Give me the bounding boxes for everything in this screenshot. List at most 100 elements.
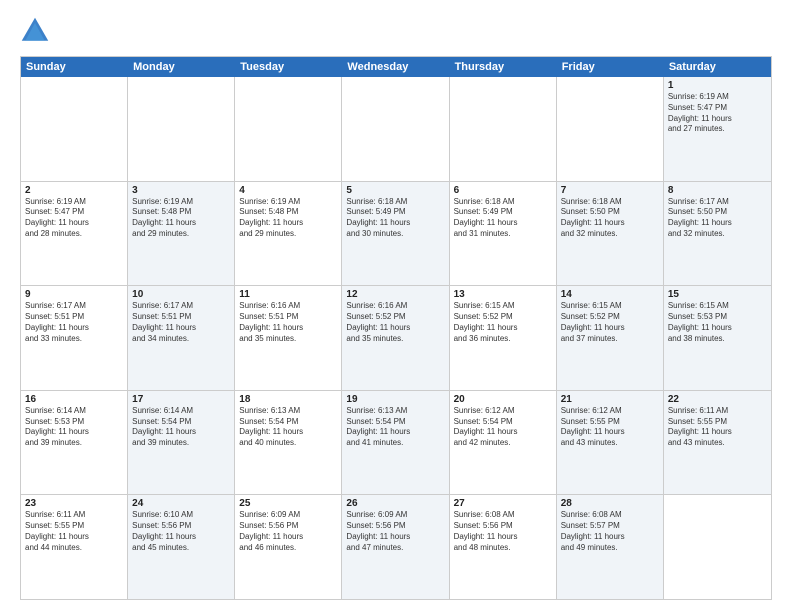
cal-cell-17: 17Sunrise: 6:14 AM Sunset: 5:54 PM Dayli… — [128, 391, 235, 495]
cal-header-day-6: Saturday — [664, 57, 771, 77]
day-number: 11 — [239, 289, 337, 300]
cal-cell-9: 9Sunrise: 6:17 AM Sunset: 5:51 PM Daylig… — [21, 286, 128, 390]
cal-cell-empty-4-6 — [664, 495, 771, 599]
day-info: Sunrise: 6:19 AM Sunset: 5:48 PM Dayligh… — [132, 197, 230, 240]
day-info: Sunrise: 6:16 AM Sunset: 5:52 PM Dayligh… — [346, 301, 444, 344]
cal-cell-2: 2Sunrise: 6:19 AM Sunset: 5:47 PM Daylig… — [21, 182, 128, 286]
logo-icon — [20, 16, 50, 46]
cal-week-2: 9Sunrise: 6:17 AM Sunset: 5:51 PM Daylig… — [21, 286, 771, 391]
day-info: Sunrise: 6:15 AM Sunset: 5:52 PM Dayligh… — [454, 301, 552, 344]
cal-cell-28: 28Sunrise: 6:08 AM Sunset: 5:57 PM Dayli… — [557, 495, 664, 599]
page: SundayMondayTuesdayWednesdayThursdayFrid… — [0, 0, 792, 612]
day-info: Sunrise: 6:14 AM Sunset: 5:54 PM Dayligh… — [132, 406, 230, 449]
cal-cell-16: 16Sunrise: 6:14 AM Sunset: 5:53 PM Dayli… — [21, 391, 128, 495]
cal-cell-6: 6Sunrise: 6:18 AM Sunset: 5:49 PM Daylig… — [450, 182, 557, 286]
day-number: 2 — [25, 185, 123, 196]
day-number: 18 — [239, 394, 337, 405]
calendar: SundayMondayTuesdayWednesdayThursdayFrid… — [20, 56, 772, 600]
day-info: Sunrise: 6:17 AM Sunset: 5:51 PM Dayligh… — [132, 301, 230, 344]
cal-week-1: 2Sunrise: 6:19 AM Sunset: 5:47 PM Daylig… — [21, 182, 771, 287]
cal-header-day-5: Friday — [557, 57, 664, 77]
day-info: Sunrise: 6:19 AM Sunset: 5:47 PM Dayligh… — [668, 92, 767, 135]
cal-cell-10: 10Sunrise: 6:17 AM Sunset: 5:51 PM Dayli… — [128, 286, 235, 390]
calendar-header: SundayMondayTuesdayWednesdayThursdayFrid… — [21, 57, 771, 77]
cal-cell-3: 3Sunrise: 6:19 AM Sunset: 5:48 PM Daylig… — [128, 182, 235, 286]
day-info: Sunrise: 6:19 AM Sunset: 5:47 PM Dayligh… — [25, 197, 123, 240]
day-info: Sunrise: 6:12 AM Sunset: 5:54 PM Dayligh… — [454, 406, 552, 449]
cal-cell-23: 23Sunrise: 6:11 AM Sunset: 5:55 PM Dayli… — [21, 495, 128, 599]
cal-cell-empty-0-3 — [342, 77, 449, 181]
day-number: 19 — [346, 394, 444, 405]
day-number: 26 — [346, 498, 444, 509]
day-number: 15 — [668, 289, 767, 300]
cal-cell-14: 14Sunrise: 6:15 AM Sunset: 5:52 PM Dayli… — [557, 286, 664, 390]
day-info: Sunrise: 6:08 AM Sunset: 5:56 PM Dayligh… — [454, 510, 552, 553]
cal-cell-11: 11Sunrise: 6:16 AM Sunset: 5:51 PM Dayli… — [235, 286, 342, 390]
cal-cell-13: 13Sunrise: 6:15 AM Sunset: 5:52 PM Dayli… — [450, 286, 557, 390]
logo — [20, 16, 54, 46]
day-number: 28 — [561, 498, 659, 509]
day-info: Sunrise: 6:17 AM Sunset: 5:51 PM Dayligh… — [25, 301, 123, 344]
cal-header-day-3: Wednesday — [342, 57, 449, 77]
day-number: 12 — [346, 289, 444, 300]
day-info: Sunrise: 6:18 AM Sunset: 5:49 PM Dayligh… — [346, 197, 444, 240]
day-number: 22 — [668, 394, 767, 405]
day-info: Sunrise: 6:10 AM Sunset: 5:56 PM Dayligh… — [132, 510, 230, 553]
day-info: Sunrise: 6:08 AM Sunset: 5:57 PM Dayligh… — [561, 510, 659, 553]
cal-header-day-0: Sunday — [21, 57, 128, 77]
day-info: Sunrise: 6:15 AM Sunset: 5:53 PM Dayligh… — [668, 301, 767, 344]
day-info: Sunrise: 6:18 AM Sunset: 5:50 PM Dayligh… — [561, 197, 659, 240]
day-number: 1 — [668, 80, 767, 91]
day-number: 3 — [132, 185, 230, 196]
cal-cell-27: 27Sunrise: 6:08 AM Sunset: 5:56 PM Dayli… — [450, 495, 557, 599]
cal-cell-empty-0-4 — [450, 77, 557, 181]
cal-week-4: 23Sunrise: 6:11 AM Sunset: 5:55 PM Dayli… — [21, 495, 771, 599]
day-number: 23 — [25, 498, 123, 509]
cal-cell-20: 20Sunrise: 6:12 AM Sunset: 5:54 PM Dayli… — [450, 391, 557, 495]
day-info: Sunrise: 6:17 AM Sunset: 5:50 PM Dayligh… — [668, 197, 767, 240]
day-number: 24 — [132, 498, 230, 509]
day-info: Sunrise: 6:12 AM Sunset: 5:55 PM Dayligh… — [561, 406, 659, 449]
cal-cell-15: 15Sunrise: 6:15 AM Sunset: 5:53 PM Dayli… — [664, 286, 771, 390]
day-number: 21 — [561, 394, 659, 405]
calendar-body: 1Sunrise: 6:19 AM Sunset: 5:47 PM Daylig… — [21, 77, 771, 599]
day-info: Sunrise: 6:18 AM Sunset: 5:49 PM Dayligh… — [454, 197, 552, 240]
day-info: Sunrise: 6:16 AM Sunset: 5:51 PM Dayligh… — [239, 301, 337, 344]
cal-cell-8: 8Sunrise: 6:17 AM Sunset: 5:50 PM Daylig… — [664, 182, 771, 286]
cal-cell-empty-0-5 — [557, 77, 664, 181]
cal-week-3: 16Sunrise: 6:14 AM Sunset: 5:53 PM Dayli… — [21, 391, 771, 496]
day-info: Sunrise: 6:19 AM Sunset: 5:48 PM Dayligh… — [239, 197, 337, 240]
day-info: Sunrise: 6:09 AM Sunset: 5:56 PM Dayligh… — [346, 510, 444, 553]
cal-cell-26: 26Sunrise: 6:09 AM Sunset: 5:56 PM Dayli… — [342, 495, 449, 599]
cal-cell-25: 25Sunrise: 6:09 AM Sunset: 5:56 PM Dayli… — [235, 495, 342, 599]
header — [20, 16, 772, 46]
cal-cell-22: 22Sunrise: 6:11 AM Sunset: 5:55 PM Dayli… — [664, 391, 771, 495]
day-number: 25 — [239, 498, 337, 509]
day-info: Sunrise: 6:09 AM Sunset: 5:56 PM Dayligh… — [239, 510, 337, 553]
day-number: 27 — [454, 498, 552, 509]
cal-cell-empty-0-2 — [235, 77, 342, 181]
cal-cell-5: 5Sunrise: 6:18 AM Sunset: 5:49 PM Daylig… — [342, 182, 449, 286]
day-number: 4 — [239, 185, 337, 196]
day-number: 13 — [454, 289, 552, 300]
day-number: 7 — [561, 185, 659, 196]
cal-header-day-4: Thursday — [450, 57, 557, 77]
day-info: Sunrise: 6:15 AM Sunset: 5:52 PM Dayligh… — [561, 301, 659, 344]
day-number: 20 — [454, 394, 552, 405]
cal-header-day-2: Tuesday — [235, 57, 342, 77]
day-number: 10 — [132, 289, 230, 300]
day-number: 17 — [132, 394, 230, 405]
day-info: Sunrise: 6:11 AM Sunset: 5:55 PM Dayligh… — [668, 406, 767, 449]
cal-week-0: 1Sunrise: 6:19 AM Sunset: 5:47 PM Daylig… — [21, 77, 771, 182]
cal-cell-7: 7Sunrise: 6:18 AM Sunset: 5:50 PM Daylig… — [557, 182, 664, 286]
day-number: 9 — [25, 289, 123, 300]
day-number: 14 — [561, 289, 659, 300]
day-number: 8 — [668, 185, 767, 196]
day-info: Sunrise: 6:13 AM Sunset: 5:54 PM Dayligh… — [239, 406, 337, 449]
day-number: 5 — [346, 185, 444, 196]
cal-cell-19: 19Sunrise: 6:13 AM Sunset: 5:54 PM Dayli… — [342, 391, 449, 495]
day-number: 6 — [454, 185, 552, 196]
cal-cell-18: 18Sunrise: 6:13 AM Sunset: 5:54 PM Dayli… — [235, 391, 342, 495]
cal-cell-12: 12Sunrise: 6:16 AM Sunset: 5:52 PM Dayli… — [342, 286, 449, 390]
cal-cell-empty-0-1 — [128, 77, 235, 181]
